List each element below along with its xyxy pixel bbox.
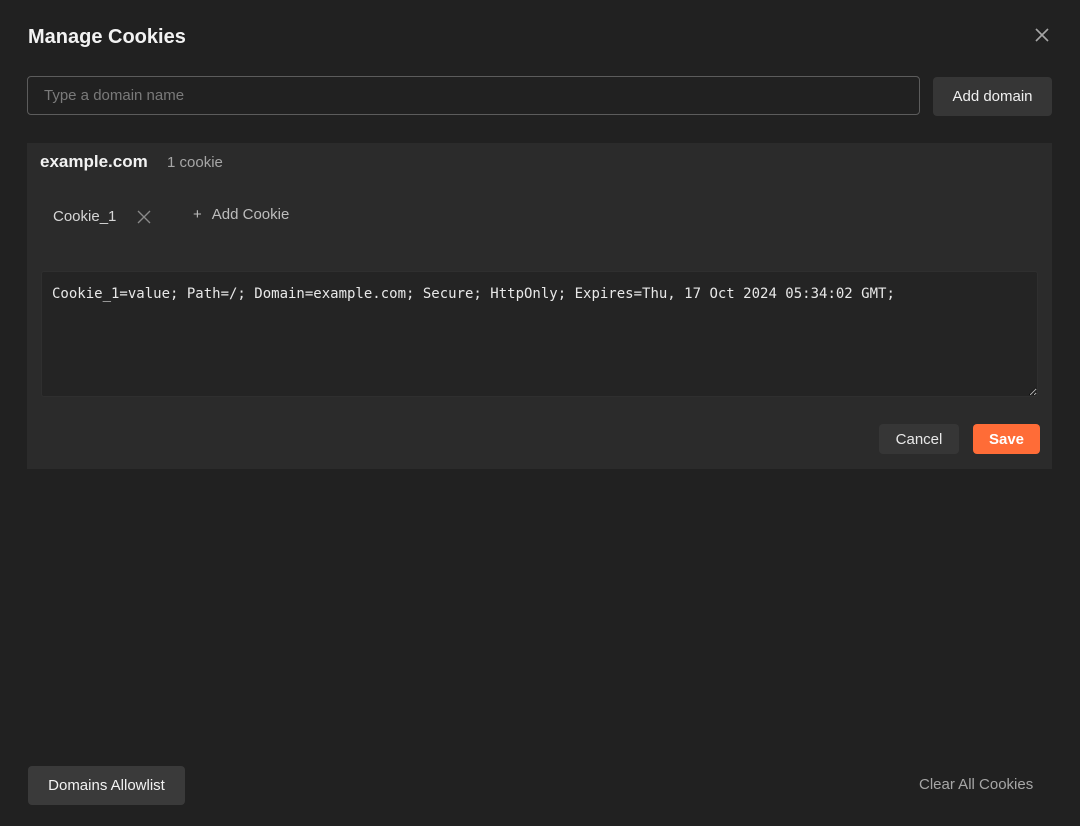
clear-all-cookies-link[interactable]: Clear All Cookies xyxy=(919,776,1033,793)
cookie-tab[interactable]: Cookie_1 xyxy=(53,208,116,225)
domains-allowlist-button[interactable]: Domains Allowlist xyxy=(28,766,185,805)
cookie-count: 1 cookie xyxy=(167,154,223,171)
add-cookie-label: Add Cookie xyxy=(211,206,290,223)
close-icon[interactable] xyxy=(1032,25,1052,45)
modal-title: Manage Cookies xyxy=(28,26,186,48)
add-domain-button[interactable]: Add domain xyxy=(933,77,1052,116)
cancel-button[interactable]: Cancel xyxy=(879,424,959,454)
close-icon[interactable] xyxy=(137,210,151,224)
domain-name: example.com xyxy=(40,152,148,171)
add-cookie-button[interactable]: + Add Cookie xyxy=(193,206,289,223)
cookie-editor[interactable]: Cookie_1=value; Path=/; Domain=example.c… xyxy=(41,271,1038,397)
domain-name-input[interactable] xyxy=(27,76,920,115)
domain-panel: example.com 1 cookie Cookie_1 + Add Cooki… xyxy=(27,143,1052,469)
plus-icon: + xyxy=(193,206,202,223)
save-button[interactable]: Save xyxy=(973,424,1040,454)
manage-cookies-modal: Manage Cookies Add domain example.com 1 … xyxy=(0,0,1080,826)
